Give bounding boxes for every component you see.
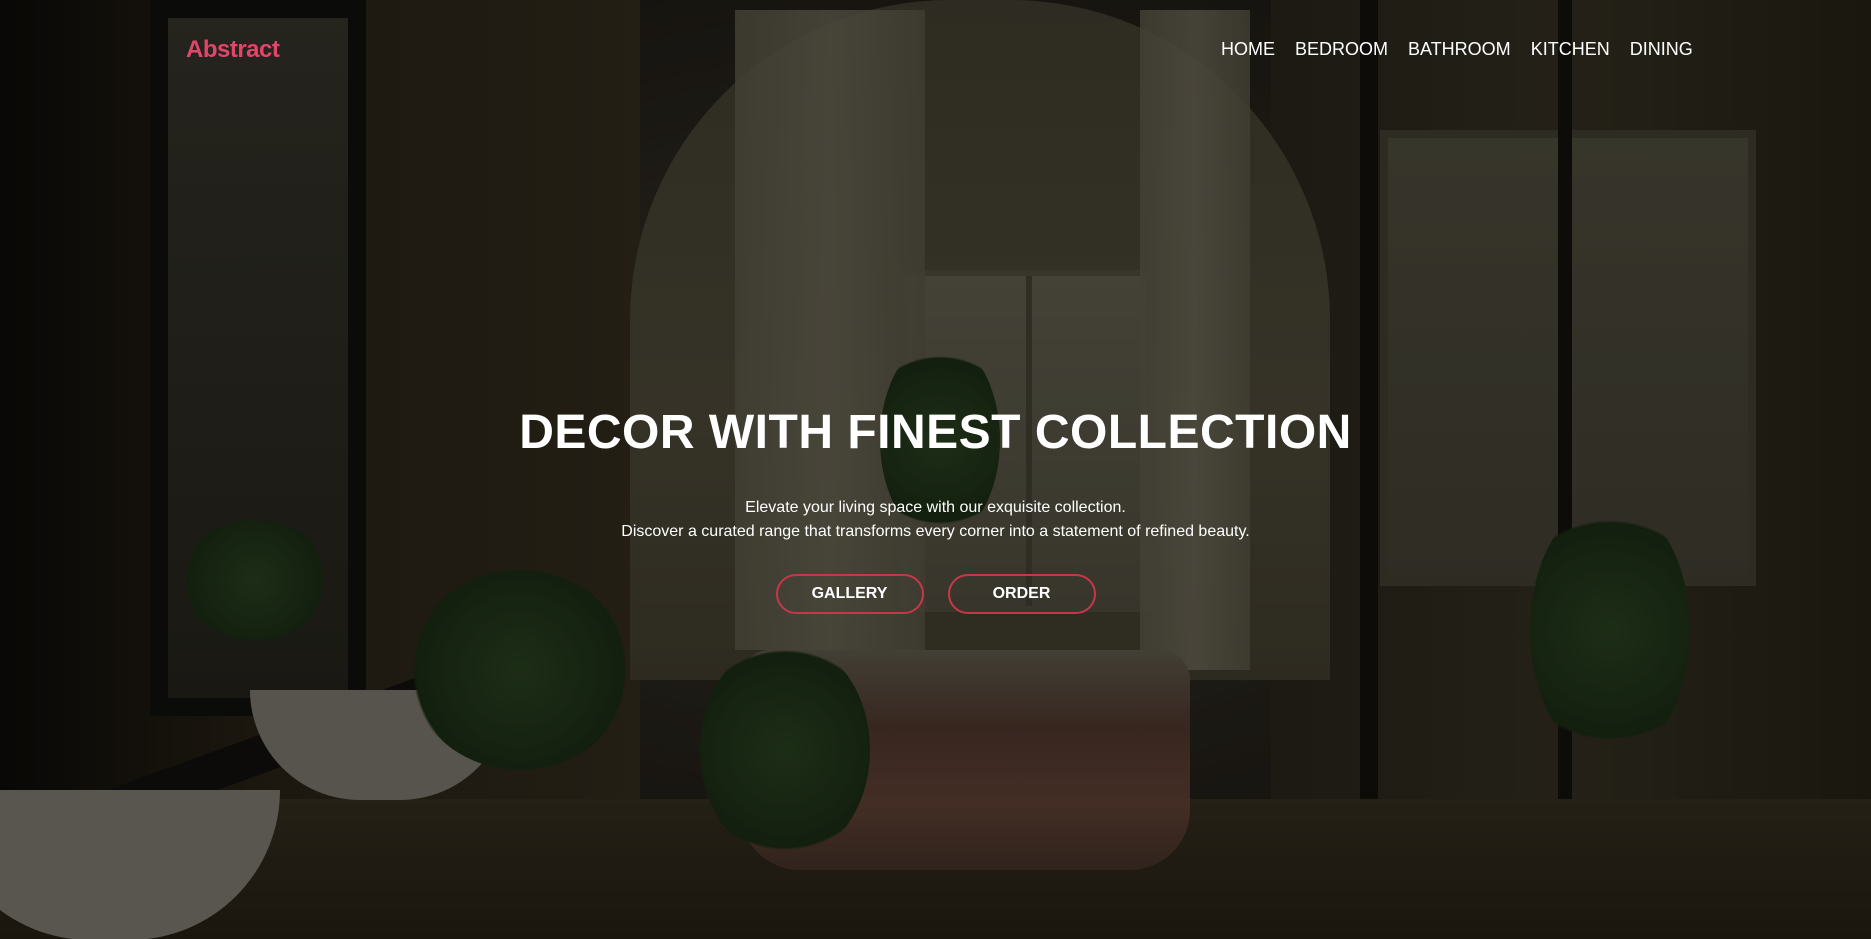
gallery-button[interactable]: GALLERY bbox=[775, 574, 924, 614]
nav-link-home[interactable]: HOME bbox=[1221, 39, 1275, 60]
hero-subtitle: Elevate your living space with our exqui… bbox=[0, 496, 1871, 544]
hero-title: DECOR WITH FINEST COLLECTION bbox=[519, 406, 1352, 459]
hero-content: DECOR WITH FINEST COLLECTION Elevate you… bbox=[0, 400, 1871, 614]
nav-link-bathroom[interactable]: BATHROOM bbox=[1408, 39, 1511, 60]
order-button[interactable]: ORDER bbox=[947, 574, 1096, 614]
top-navbar: Abstract HOME BEDROOM BATHROOM KITCHEN D… bbox=[0, 0, 1871, 100]
hero-section: Abstract HOME BEDROOM BATHROOM KITCHEN D… bbox=[0, 0, 1871, 939]
hero-buttons: GALLERY ORDER bbox=[0, 574, 1871, 614]
nav-link-kitchen[interactable]: KITCHEN bbox=[1531, 39, 1610, 60]
nav-link-bedroom[interactable]: BEDROOM bbox=[1295, 39, 1388, 60]
logo[interactable]: Abstract bbox=[186, 36, 280, 64]
nav-link-dining[interactable]: DINING bbox=[1630, 39, 1693, 60]
nav-menu: HOME BEDROOM BATHROOM KITCHEN DINING bbox=[1221, 39, 1693, 60]
hero-subtitle-line-2: Discover a curated range that transforms… bbox=[621, 523, 1250, 540]
hero-subtitle-line-1: Elevate your living space with our exqui… bbox=[745, 499, 1126, 516]
